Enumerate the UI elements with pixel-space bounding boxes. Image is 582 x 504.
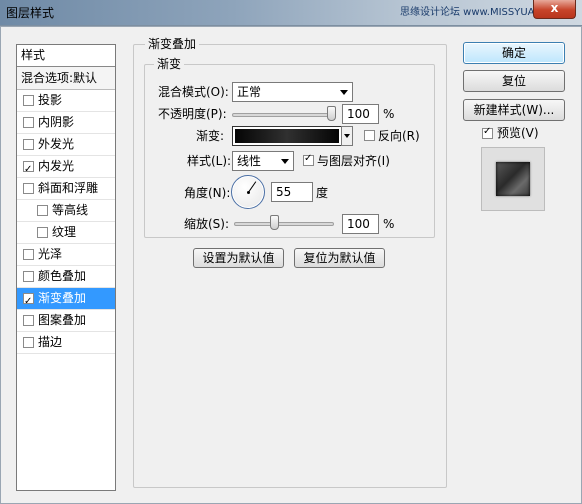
chevron-down-icon[interactable] xyxy=(341,126,353,146)
window-title: 图层样式 xyxy=(6,6,55,20)
opacity-value: 100 xyxy=(347,107,370,121)
angle-input[interactable]: 55 xyxy=(271,182,313,202)
reverse-checkbox[interactable] xyxy=(364,130,375,141)
style-list-item[interactable]: 内阴影 xyxy=(17,112,115,134)
style-list-item[interactable]: 渐变叠加 xyxy=(17,288,115,312)
style-list-item[interactable]: 等高线 xyxy=(17,200,115,222)
style-label: 样式(L): xyxy=(187,154,232,168)
title-bar: 图层样式 思缘设计论坛 www.MISSYUAN.COM x xyxy=(0,0,582,26)
style-list-item[interactable]: 外发光 xyxy=(17,134,115,156)
ok-button[interactable]: 确定 xyxy=(463,42,565,64)
angle-dial-center xyxy=(247,191,250,194)
style-item-checkbox[interactable] xyxy=(23,159,34,180)
new-style-button[interactable]: 新建样式(W)... xyxy=(463,99,565,121)
angle-unit: 度 xyxy=(316,186,329,200)
reset-default-button[interactable]: 复位为默认值 xyxy=(294,248,385,268)
style-item-label: 光泽 xyxy=(38,247,63,261)
style-item-label: 内发光 xyxy=(38,159,75,173)
opacity-slider-track[interactable] xyxy=(232,113,336,117)
style-item-label: 内阴影 xyxy=(38,115,75,129)
style-list-item[interactable]: 颜色叠加 xyxy=(17,266,115,288)
align-with-layer-checkbox[interactable] xyxy=(303,153,314,166)
opacity-slider-thumb[interactable] xyxy=(327,106,336,121)
style-list-item[interactable]: 光泽 xyxy=(17,244,115,266)
style-item-checkbox[interactable] xyxy=(23,337,34,348)
opacity-label: 不透明度(P): xyxy=(158,107,227,121)
angle-value: 55 xyxy=(276,185,292,199)
style-item-label: 纹理 xyxy=(52,225,77,239)
gradient-swatch xyxy=(235,129,339,143)
gradient-group-title: 渐变 xyxy=(154,57,185,71)
set-default-button[interactable]: 设置为默认值 xyxy=(193,248,284,268)
style-item-label: 等高线 xyxy=(52,203,89,217)
gradient-picker[interactable] xyxy=(232,126,353,146)
opacity-input[interactable]: 100 xyxy=(342,104,379,124)
preview-label: 预览(V) xyxy=(497,126,539,140)
close-icon: x xyxy=(550,1,559,15)
reverse-label: 反向(R) xyxy=(378,129,420,143)
opacity-percent-sign: % xyxy=(383,107,395,121)
style-item-label: 描边 xyxy=(38,335,63,349)
style-item-checkbox[interactable] xyxy=(23,117,34,128)
style-item-label: 图案叠加 xyxy=(38,313,87,327)
close-button[interactable]: x xyxy=(533,0,576,19)
style-item-checkbox[interactable] xyxy=(23,291,34,312)
style-list-item[interactable]: 纹理 xyxy=(17,222,115,244)
style-list-item[interactable]: 斜面和浮雕 xyxy=(17,178,115,200)
reset-button[interactable]: 复位 xyxy=(463,70,565,92)
style-item-checkbox[interactable] xyxy=(23,95,34,106)
chevron-down-icon xyxy=(281,159,289,164)
style-item-label: 颜色叠加 xyxy=(38,269,87,283)
scale-slider-track[interactable] xyxy=(234,222,334,226)
blend-mode-value: 正常 xyxy=(237,85,262,99)
style-item-checkbox[interactable] xyxy=(23,183,34,194)
style-list-item[interactable]: 内发光 xyxy=(17,156,115,180)
style-list-header[interactable]: 样式 xyxy=(17,45,115,67)
preview-checkbox[interactable] xyxy=(482,126,493,139)
scale-percent-sign: % xyxy=(383,217,395,231)
style-item-checkbox[interactable] xyxy=(23,315,34,326)
style-item-label: 斜面和浮雕 xyxy=(38,181,99,195)
style-list-item[interactable]: 图案叠加 xyxy=(17,310,115,332)
angle-dial[interactable] xyxy=(231,175,265,209)
style-list-item[interactable]: 投影 xyxy=(17,90,115,112)
style-item-checkbox[interactable] xyxy=(23,249,34,260)
angle-label: 角度(N): xyxy=(184,186,231,200)
blend-mode-label: 混合模式(O): xyxy=(158,85,229,99)
style-item-label: 投影 xyxy=(38,93,63,107)
style-item-checkbox[interactable] xyxy=(23,271,34,282)
style-value: 线性 xyxy=(237,154,262,168)
style-item-label: 外发光 xyxy=(38,137,75,151)
scale-value: 100 xyxy=(347,217,370,231)
chevron-down-icon xyxy=(340,90,348,95)
preview-swatch xyxy=(496,162,530,196)
gradient-label: 渐变: xyxy=(196,129,225,143)
style-item-checkbox[interactable] xyxy=(37,205,48,216)
blend-options-item[interactable]: 混合选项:默认 xyxy=(17,67,115,90)
style-item-checkbox[interactable] xyxy=(23,139,34,150)
style-list-item[interactable]: 描边 xyxy=(17,332,115,354)
blend-mode-select[interactable]: 正常 xyxy=(232,82,353,102)
scale-label: 缩放(S): xyxy=(184,217,230,231)
style-item-label: 渐变叠加 xyxy=(38,291,87,305)
style-select[interactable]: 线性 xyxy=(232,151,294,171)
style-preview xyxy=(481,147,545,211)
align-with-layer-label: 与图层对齐(I) xyxy=(317,154,390,168)
scale-slider-thumb[interactable] xyxy=(270,215,280,230)
style-list: 样式 混合选项:默认 投影内阴影外发光内发光斜面和浮雕等高线纹理光泽颜色叠加渐变… xyxy=(16,44,116,491)
scale-input[interactable]: 100 xyxy=(342,214,379,234)
style-item-checkbox[interactable] xyxy=(37,227,48,238)
gradient-overlay-title: 渐变叠加 xyxy=(145,37,200,51)
